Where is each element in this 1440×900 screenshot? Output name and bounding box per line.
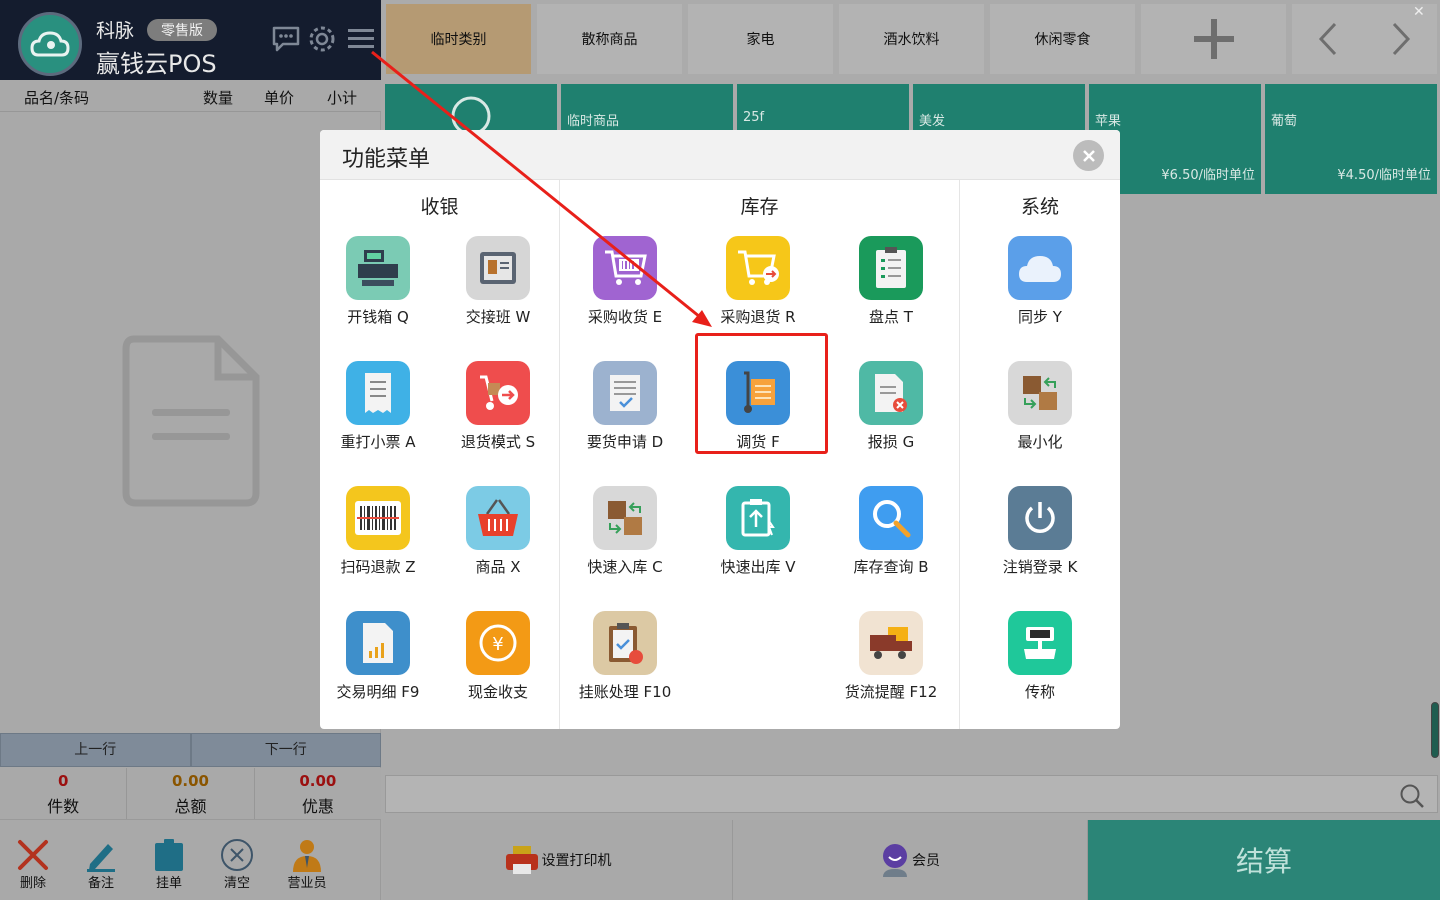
annotation-arrow [371, 50, 712, 327]
